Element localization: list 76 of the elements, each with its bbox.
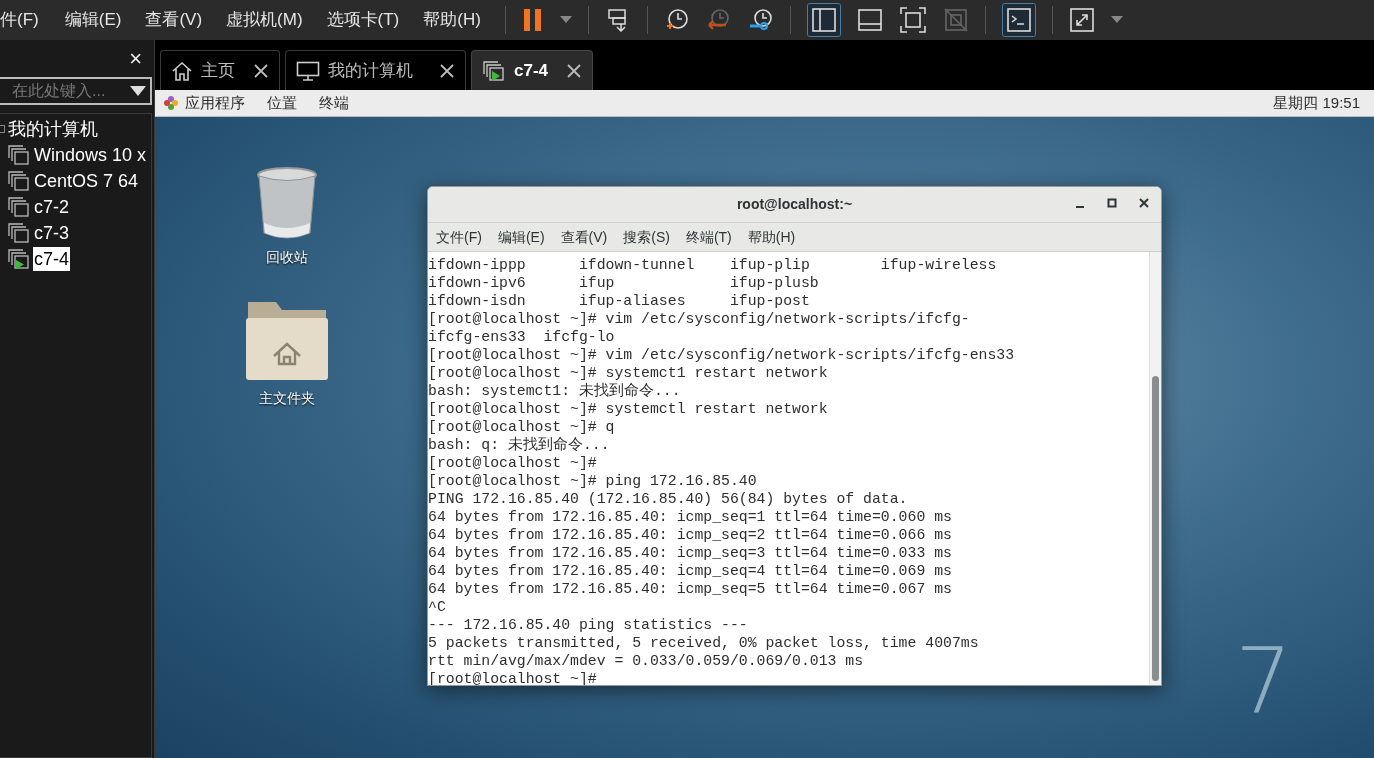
terminal-line: ifcfg-ens33 ifcfg-lo [428,329,615,345]
stretch-icon[interactable] [1068,7,1095,33]
tree-item[interactable]: c7-3 [33,221,70,245]
trash-can-icon[interactable] [256,167,318,241]
desktop-icon-label[interactable]: 回收站 [266,247,308,268]
flower-logo-icon [163,95,179,111]
dropdown-caret-icon[interactable] [559,16,572,24]
pause-icon[interactable] [521,8,544,32]
terminal-line: [root@localhost ~]# vim /etc/sysconfig/network-scripts/ifcfg- [428,311,970,327]
full-screen-icon[interactable] [898,6,927,34]
terminal-line: [root@localhost ~]# [428,455,597,471]
terminal-line: ifdown-ippp ifdown-tunnel ifup-plip ifup-wireless [428,257,997,273]
terminal-line: ^C [428,599,446,615]
monitor-icon [296,59,320,82]
search-field[interactable]: 在此处键入... [0,77,152,105]
clock-wrench-icon[interactable] [747,7,774,33]
dropdown-arrow-icon [130,86,146,96]
menu-item[interactable]: 虚拟机(M) [214,7,315,33]
scrollbar-thumb[interactable] [1152,376,1159,681]
terminal-menu-item[interactable]: 搜索(S) [623,226,670,248]
terminal-line: 64 bytes from 172.16.85.40: icmp_seq=2 ttl=64 time=0.066 ms [428,527,952,543]
tab[interactable]: c7-4 [471,50,594,90]
running-vm-icon [482,59,506,82]
tree-item[interactable]: c7-4 [33,247,70,271]
unity-mode-icon [942,7,969,33]
close-icon[interactable] [439,62,455,79]
desktop-icon-label[interactable]: 主文件夹 [259,388,315,409]
tree-item[interactable]: Windows 10 x [33,143,148,167]
menu-item[interactable]: 帮助(H) [411,7,493,33]
menu-item[interactable]: 选项卡(T) [314,7,412,33]
terminal-menu-item[interactable]: 编辑(E) [497,226,545,248]
window-title: root@localhost:~ [736,195,853,214]
bottom-panel-icon[interactable] [856,7,883,33]
terminal-line: [root@localhost ~]# vim /etc/sysconfig/network-scripts/ifcfg-ens33 [428,347,1015,363]
terminal-line: [root@localhost ~]# q [428,419,615,435]
terminal-line: bash: systemct1: 未找到命令... [428,383,681,399]
terminal-menu-item[interactable]: 查看(V) [560,226,608,248]
terminal-line: [root@localhost ~]# ping 172.16.85.40 [428,473,757,489]
tree-item[interactable]: c7-2 [33,195,70,219]
terminal-line: ifdown-isdn ifup-aliases ifup-post [428,293,810,309]
terminal-menu-item[interactable]: 终端(T) [685,226,732,248]
home-icon [171,59,193,82]
maximize-icon[interactable] [1105,196,1119,210]
terminal-menu-item[interactable]: 帮助(H) [747,226,796,248]
console-icon[interactable] [1001,3,1036,37]
sidebar-layout-icon[interactable] [806,3,841,37]
terminal-line: PING 172.16.85.40 (172.16.85.40) 56(84) bytes of data. [428,491,908,507]
terminal-line: 64 bytes from 172.16.85.40: icmp_seq=3 ttl=64 time=0.033 ms [428,545,952,561]
menu-item[interactable]: 件(F) [0,7,53,33]
tab[interactable]: 我的计算机 [285,50,466,90]
terminal-line: 64 bytes from 172.16.85.40: icmp_seq=4 ttl=64 time=0.069 ms [428,563,952,579]
terminal-line: [root@localhost ~]# systemctl restart network [428,401,828,417]
terminal-line: bash: q: 未找到命令... [428,437,610,453]
terminal-menu-item[interactable]: 文件(F) [436,226,482,248]
terminal-line: [root@localhost ~]# systemct1 restart network [428,365,828,381]
terminal-line: 64 bytes from 172.16.85.40: icmp_seq=5 ttl=64 time=0.067 ms [428,581,952,597]
clock-text: 星期四 19:51 [1273,92,1360,113]
tab[interactable]: 主页 [160,50,280,90]
top-bar-menu[interactable]: 位置 [267,91,297,115]
terminal-line: ifdown-ipv6 ifup ifup-plusb [428,275,819,291]
close-button[interactable]: × [129,47,142,70]
wallpaper-seven-mark: 7 [1235,637,1293,727]
close-icon[interactable] [1137,196,1151,210]
top-bar-menu[interactable]: 终端 [319,91,349,115]
tree-item[interactable]: 我的计算机 [7,117,99,141]
terminal-line: --- 172.16.85.40 ping statistics --- [428,617,748,633]
menu-item[interactable]: 编辑(E) [52,7,134,33]
top-bar-menu[interactable]: 应用程序 [185,91,245,115]
terminal-line: 64 bytes from 172.16.85.40: icmp_seq=1 ttl=64 time=0.060 ms [428,509,952,525]
dropdown-caret-icon[interactable] [1110,16,1123,24]
close-icon[interactable] [566,62,583,79]
tree-item[interactable]: CentOS 7 64 [33,169,140,193]
menu-item[interactable]: 查看(V) [133,7,215,33]
terminal-line: rtt min/avg/max/mdev = 0.033/0.059/0.069/0.013 ms [428,653,864,669]
close-icon[interactable] [253,62,269,79]
terminal-line: 5 packets transmitted, 5 received, 0% packet loss, time 4007ms [428,635,979,651]
